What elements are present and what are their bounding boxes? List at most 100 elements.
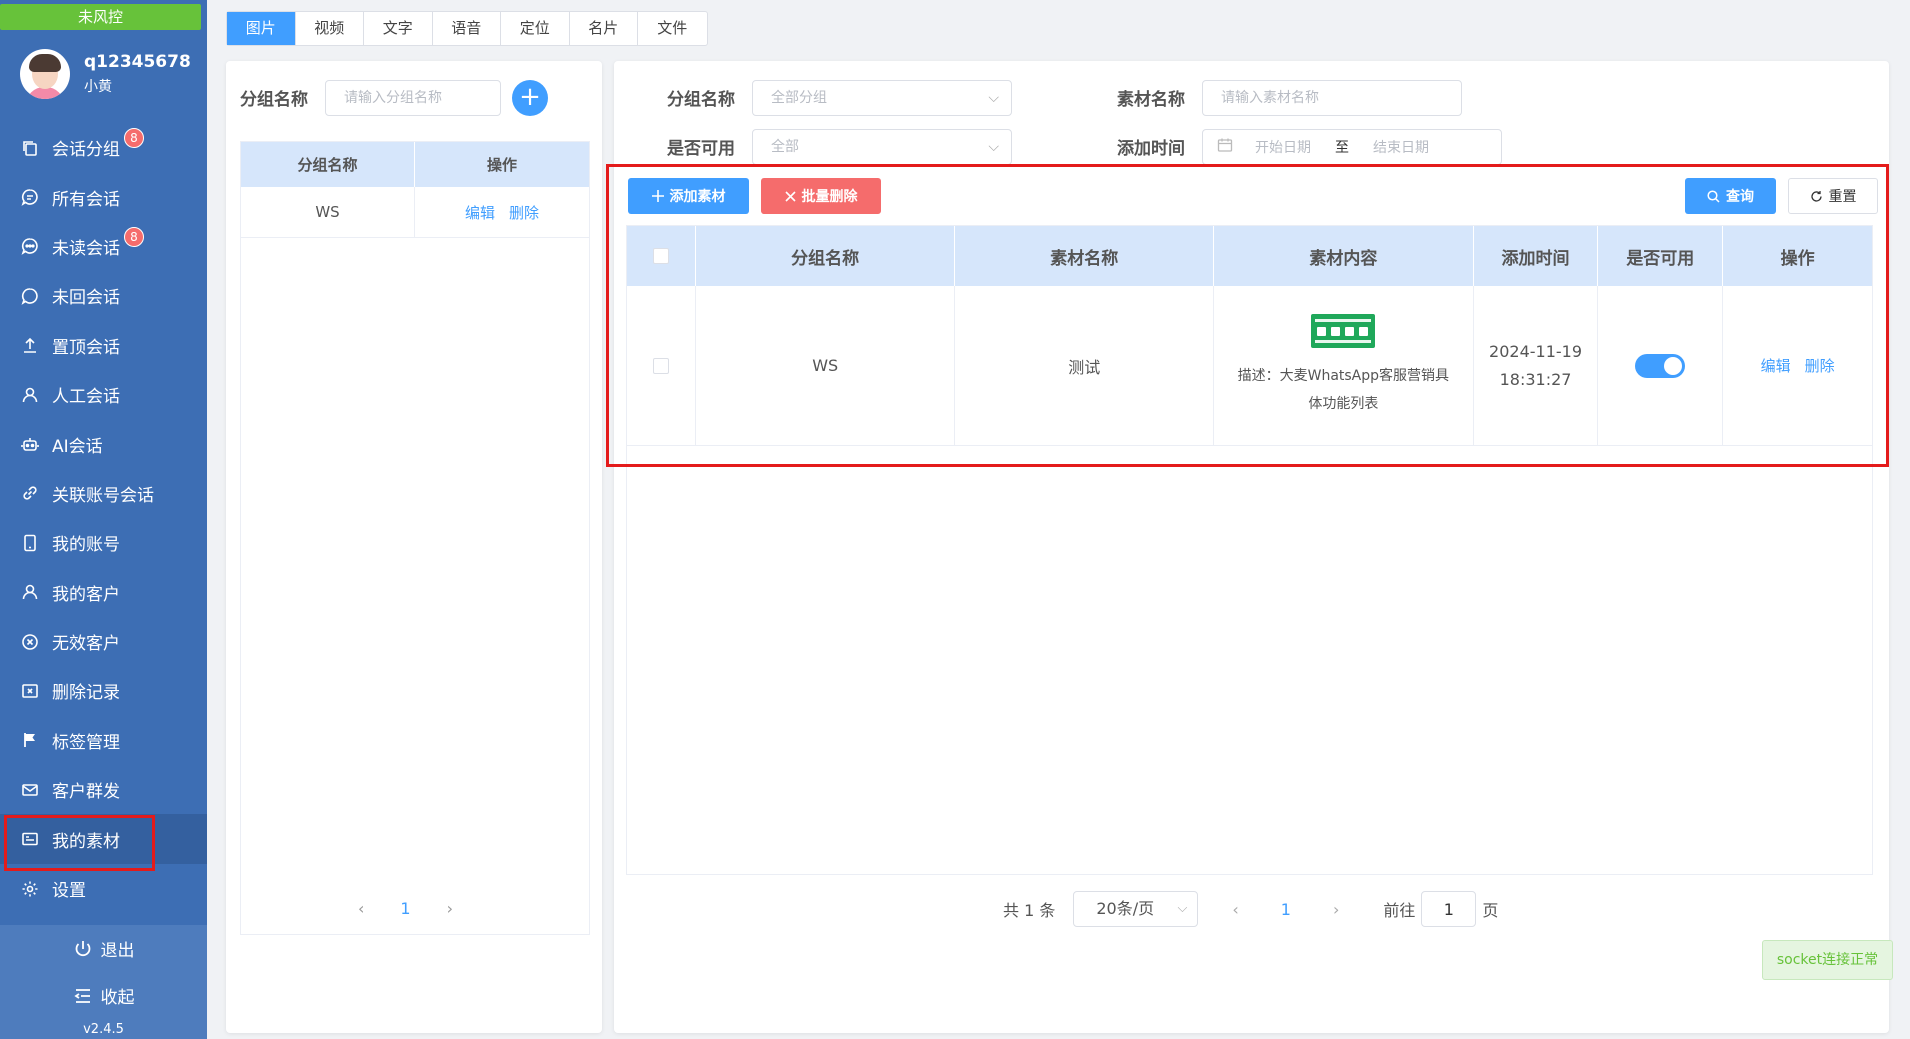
start-date-placeholder[interactable]: 开始日期 [1255, 137, 1311, 157]
group-panel: 分组名称 + 分组名称 操作 WS 编辑 删除 ‹ 1 › [226, 61, 602, 1033]
end-date-placeholder[interactable]: 结束日期 [1373, 137, 1429, 157]
sidebar-item-unreplied-sessions[interactable]: 未回会话 [0, 271, 207, 320]
sidebar-item-customer-broadcast[interactable]: 客户群发 [0, 765, 207, 814]
sidebar-item-tag-management[interactable]: 标签管理 [0, 716, 207, 765]
actions-cell: 编辑 删除 [1723, 286, 1872, 445]
add-time-label: 添加时间 [1117, 139, 1185, 159]
avatar [20, 49, 70, 99]
prev-page-icon[interactable]: ‹ [358, 899, 364, 918]
add-material-button[interactable]: 添加素材 [628, 178, 749, 214]
group-select[interactable]: 全部分组 ⌵ [752, 80, 1012, 116]
collapse-button[interactable]: 收起 [0, 972, 207, 1019]
batch-delete-button[interactable]: 批量删除 [761, 178, 881, 214]
group-table-header: 分组名称 操作 [241, 142, 589, 187]
pin-top-icon [20, 335, 40, 355]
nickname: 小黄 [84, 79, 112, 95]
page-size-select[interactable]: 20条/页 ⌵ [1073, 891, 1199, 927]
risk-status-badge: 未风控 [0, 4, 201, 30]
chevron-down-icon: ⌵ [988, 90, 999, 106]
query-button[interactable]: 查询 [1685, 178, 1776, 214]
group-filter-label: 分组名称 [240, 90, 308, 110]
sidebar-item-unread-sessions[interactable]: 未读会话 8 [0, 222, 207, 271]
sidebar-item-my-materials[interactable]: 我的素材 [0, 814, 207, 864]
sidebar-item-delete-records[interactable]: 删除记录 [0, 666, 207, 715]
sidebar-item-linked-account-sessions[interactable]: 关联账号会话 [0, 469, 207, 518]
row-select-cell [627, 286, 696, 445]
user-icon [20, 385, 40, 405]
group-name-input[interactable] [325, 80, 501, 116]
sidebar-item-label: 所有会话 [52, 189, 120, 210]
tab-voice[interactable]: 语音 [433, 12, 501, 45]
sidebar-item-manual-sessions[interactable]: 人工会话 [0, 370, 207, 419]
delete-material-link[interactable]: 删除 [1805, 355, 1835, 376]
sidebar-item-session-groups[interactable]: 会话分组 8 [0, 123, 207, 172]
reset-button[interactable]: 重置 [1788, 178, 1878, 214]
next-page-icon[interactable]: › [447, 899, 453, 918]
select-all-checkbox[interactable] [652, 248, 669, 264]
material-table: 分组名称 素材名称 素材内容 添加时间 是否可用 操作 WS 测试 描述：大麦W… [626, 225, 1873, 875]
logout-button[interactable]: 退出 [0, 925, 207, 972]
material-type-tabs: 图片 视频 文字 语音 定位 名片 文件 [226, 11, 708, 46]
table-row[interactable]: WS 编辑 删除 [241, 187, 589, 238]
tab-image[interactable]: 图片 [227, 12, 296, 45]
user-profile[interactable]: q12345678 小黄 [20, 48, 191, 100]
link-icon [20, 483, 40, 503]
socket-status-badge: socket连接正常 [1762, 940, 1893, 980]
sidebar-item-all-sessions[interactable]: 所有会话 [0, 172, 207, 221]
refresh-icon [1810, 190, 1823, 203]
tab-video[interactable]: 视频 [296, 12, 364, 45]
sidebar-item-label: 设置 [52, 881, 86, 902]
unread-count-badge: 8 [124, 226, 144, 247]
total-count: 共 1 条 [1003, 901, 1056, 920]
tab-file[interactable]: 文件 [638, 12, 707, 45]
sidebar-item-settings[interactable]: 设置 [0, 864, 207, 913]
edit-group-link[interactable]: 编辑 [465, 202, 495, 223]
row-checkbox[interactable] [652, 357, 669, 374]
delete-group-link[interactable]: 删除 [509, 202, 539, 223]
version-label: v2.4.5 [83, 1022, 124, 1037]
chat-bubble-icon [20, 286, 40, 306]
sidebar-item-ai-sessions[interactable]: AI会话 [0, 419, 207, 468]
box-x-icon [20, 681, 40, 701]
date-range-picker[interactable]: 开始日期 至 结束日期 [1202, 129, 1502, 165]
current-page[interactable]: 1 [400, 899, 410, 918]
add-group-button[interactable]: + [512, 80, 548, 116]
sidebar-item-label: 无效客户 [52, 634, 120, 655]
sidebar-item-label: 关联账号会话 [52, 485, 154, 506]
current-page[interactable]: 1 [1281, 900, 1291, 919]
sidebar-item-label: 我的素材 [52, 831, 120, 852]
username: q12345678 [84, 52, 191, 72]
sidebar-item-invalid-customers[interactable]: 无效客户 [0, 617, 207, 666]
gear-icon [20, 879, 40, 899]
sidebar-item-my-customers[interactable]: 我的客户 [0, 568, 207, 617]
material-panel: 分组名称 全部分组 ⌵ 素材名称 是否可用 全部 ⌵ 添加时间 开始日期 至 结… [614, 61, 1889, 1033]
column-header: 操作 [1780, 248, 1815, 269]
available-select[interactable]: 全部 ⌵ [752, 129, 1012, 165]
enabled-toggle[interactable] [1635, 353, 1686, 378]
edit-material-link[interactable]: 编辑 [1761, 355, 1791, 376]
phone-icon [20, 533, 40, 553]
mail-icon [20, 780, 40, 800]
prev-page-icon[interactable]: ‹ [1232, 900, 1238, 919]
group-name-cell: WS [696, 286, 956, 445]
material-description: 体功能列表 [1308, 395, 1379, 412]
material-name-input[interactable] [1202, 80, 1462, 116]
next-page-icon[interactable]: › [1333, 900, 1339, 919]
tab-card[interactable]: 名片 [570, 12, 638, 45]
enabled-cell [1598, 286, 1724, 445]
sidebar-footer: 退出 收起 v2.4.5 [0, 925, 207, 1039]
tab-text[interactable]: 文字 [364, 12, 433, 45]
goto-label: 前往 [1383, 901, 1416, 920]
tab-location[interactable]: 定位 [501, 12, 570, 45]
sidebar-item-label: 删除记录 [52, 683, 120, 704]
group-pagination: ‹ 1 › [358, 899, 453, 918]
group-table: 分组名称 操作 WS 编辑 删除 [240, 141, 590, 935]
chevron-down-icon: ⌵ [988, 139, 999, 155]
column-header: 素材名称 [955, 226, 1215, 286]
sidebar-item-pinned-sessions[interactable]: 置顶会话 [0, 321, 207, 370]
sidebar-item-label: 会话分组 [52, 140, 120, 161]
sidebar-item-my-accounts[interactable]: 我的账号 [0, 518, 207, 567]
goto-page-input[interactable] [1421, 891, 1477, 927]
material-thumbnail[interactable] [1311, 313, 1376, 348]
sidebar-item-label: 我的账号 [52, 535, 120, 556]
